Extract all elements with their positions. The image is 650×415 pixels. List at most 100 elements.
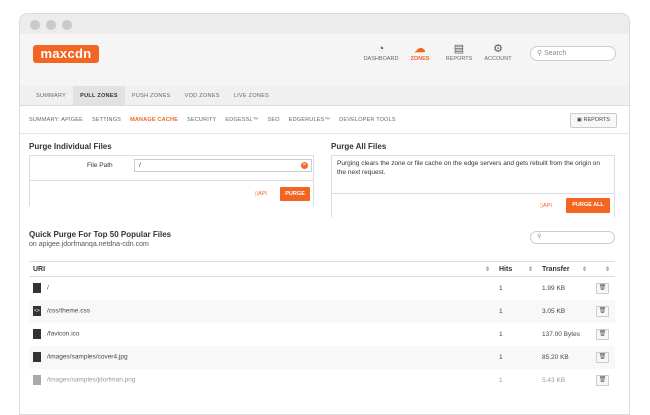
purge-individual-actions: ▯API PURGE: [30, 180, 313, 206]
browser-window: maxcdn ◔ DASHBOARD ☁ ZONES ▤ REPORTS ⚙ A…: [19, 13, 630, 415]
tab-push-zones[interactable]: PUSH ZONES: [125, 86, 178, 105]
nav-dashboard-label: DASHBOARD: [363, 56, 399, 62]
column-hits-label: Hits: [499, 265, 513, 273]
speedometer-icon: ◔: [377, 43, 385, 55]
subnav-manage-cache[interactable]: MANAGE CACHE: [130, 117, 178, 123]
hits-cell: 1: [499, 330, 503, 338]
window-close-dot[interactable]: [30, 20, 40, 30]
nav-dashboard[interactable]: ◔ DASHBOARD: [362, 42, 400, 62]
subnav-summary[interactable]: SUMMARY: APIGEE: [29, 117, 83, 123]
sort-icon[interactable]: ⇕: [528, 266, 533, 273]
uri-text: /favicon.ico: [47, 330, 80, 338]
column-header-uri[interactable]: URI ⇕: [29, 261, 495, 277]
uri-text: /images/samples/jdorfman.png: [47, 376, 136, 384]
subnav-seo[interactable]: SEO: [268, 117, 280, 123]
uri-cell: /images/samples/cover4.jpg: [29, 345, 495, 369]
file-path-value: /: [139, 162, 141, 169]
table-row: /images/samples/cover4.jpg 1 85.20 KB 🗑: [29, 345, 615, 369]
zone-subnav: SUMMARY: APIGEE SETTINGS MANAGE CACHE SE…: [20, 106, 629, 134]
sort-icon[interactable]: ⇕: [605, 266, 610, 273]
reports-button[interactable]: ▣ REPORTS: [569, 113, 617, 128]
hits-cell: 1: [495, 299, 538, 323]
action-cell: 🗑: [592, 369, 615, 392]
tab-vod-zones[interactable]: VOD ZONES: [178, 86, 227, 105]
image-file-icon: [33, 375, 41, 385]
hits-cell: 1: [499, 376, 503, 384]
purge-individual-title: Purge Individual Files: [29, 142, 112, 151]
transfer-cell: 137.00 Bytes: [542, 330, 580, 338]
uri-cell: /images/samples/jdorfman.png: [29, 369, 495, 392]
file-icon: [33, 283, 41, 294]
purge-all-description: Purging clears the zone or file cache on…: [337, 160, 601, 176]
action-cell: 🗑: [592, 277, 615, 300]
gear-icon: ⚙: [493, 43, 503, 55]
manage-cache-main: Purge Individual Files File Path / ✕ ▯AP…: [20, 134, 629, 414]
uri-cell: /: [29, 277, 495, 300]
action-cell: 🗑: [592, 345, 615, 369]
uri-cell: <> /css/theme.css: [29, 299, 495, 323]
transfer-cell: 5.43 KB: [542, 376, 566, 384]
tab-summary[interactable]: SUMMARY: [29, 86, 73, 105]
trash-icon[interactable]: 🗑: [596, 282, 609, 294]
subnav-developer-tools[interactable]: DEVELOPER TOOLS: [339, 117, 396, 123]
maxcdn-logo[interactable]: maxcdn: [33, 45, 99, 63]
purge-individual-api-link[interactable]: ▯API: [255, 191, 267, 197]
purge-all-panel: Purging clears the zone or file cache on…: [331, 155, 615, 217]
app-content: maxcdn ◔ DASHBOARD ☁ ZONES ▤ REPORTS ⚙ A…: [20, 34, 629, 414]
sort-icon[interactable]: ⇕: [582, 266, 587, 273]
table-header-row: URI ⇕ Hits ⇕ Transfer ⇕ ⇕: [29, 261, 615, 277]
search-placeholder: Search: [544, 50, 567, 57]
nav-reports-label: REPORTS: [445, 56, 473, 62]
image-file-icon: [33, 352, 41, 362]
file-path-input[interactable]: / ✕: [134, 159, 312, 172]
nav-reports[interactable]: ▤ REPORTS: [440, 42, 478, 62]
quick-purge-title: Quick Purge For Top 50 Popular Files: [29, 230, 172, 239]
nav-zones[interactable]: ☁ ZONES: [401, 42, 439, 62]
uri-text: /images/samples/cover4.jpg: [47, 353, 128, 361]
column-uri-label: URI: [33, 265, 46, 273]
table-row: / 1 1.99 KB 🗑: [29, 277, 615, 300]
hits-cell: 1: [495, 345, 538, 369]
window-minimize-dot[interactable]: [46, 20, 56, 30]
uri-text: /css/theme.css: [47, 307, 90, 315]
tab-live-zones[interactable]: LIVE ZONES: [227, 86, 276, 105]
nav-account[interactable]: ⚙ ACCOUNT: [479, 42, 517, 62]
transfer-cell: 1.99 KB: [542, 284, 566, 292]
purge-button[interactable]: PURGE: [280, 187, 310, 201]
table-row: /images/samples/jdorfman.png 1 5.43 KB 🗑: [29, 369, 615, 392]
quick-purge-subtitle: on apigee.jdorfmanqa.netdna-cdn.com: [29, 241, 149, 248]
search-input[interactable]: ⚲ Search: [530, 46, 616, 61]
zone-type-tabs: SUMMARY PULL ZONES PUSH ZONES VOD ZONES …: [20, 86, 629, 106]
reports-button-label: REPORTS: [583, 117, 611, 123]
reports-icon: ▤: [453, 43, 465, 55]
trash-icon[interactable]: 🗑: [596, 351, 609, 363]
table-row: /favicon.ico 1 137.00 Bytes 🗑: [29, 323, 615, 346]
nav-account-label: ACCOUNT: [484, 56, 512, 62]
nav-zones-label: ZONES: [410, 56, 430, 62]
trash-icon[interactable]: 🗑: [596, 328, 609, 340]
trash-icon[interactable]: 🗑: [596, 305, 609, 317]
subnav-settings[interactable]: SETTINGS: [92, 117, 121, 123]
quick-purge-search-input[interactable]: ⚲: [530, 231, 615, 244]
subnav-edgerules[interactable]: EDGERULES™: [289, 117, 330, 123]
top-navigation: ◔ DASHBOARD ☁ ZONES ▤ REPORTS ⚙ ACCOUNT: [362, 42, 518, 62]
column-header-transfer[interactable]: Transfer ⇕: [538, 261, 592, 277]
tab-pull-zones[interactable]: PULL ZONES: [73, 86, 125, 105]
subnav-edgessl[interactable]: EDGESSL™: [225, 117, 258, 123]
purge-all-button[interactable]: PURGE ALL: [566, 198, 610, 213]
clear-input-icon[interactable]: ✕: [301, 162, 308, 169]
table-row: <> /css/theme.css 1 3.05 KB 🗑: [29, 299, 615, 323]
column-header-hits[interactable]: Hits ⇕: [495, 261, 538, 277]
purge-individual-api-label: API: [258, 191, 267, 197]
trash-icon[interactable]: 🗑: [596, 374, 609, 386]
transfer-cell: 85.20 KB: [538, 345, 592, 369]
sort-icon[interactable]: ⇕: [485, 266, 490, 273]
window-zoom-dot[interactable]: [62, 20, 72, 30]
code-file-icon: <>: [33, 306, 41, 316]
subnav-security[interactable]: SECURITY: [187, 117, 216, 123]
window-titlebar: [20, 14, 629, 34]
purge-all-title: Purge All Files: [331, 142, 387, 151]
purge-all-api-label: API: [543, 203, 552, 209]
column-header-actions[interactable]: ⇕: [592, 261, 615, 277]
purge-all-api-link[interactable]: ▯API: [540, 203, 552, 209]
